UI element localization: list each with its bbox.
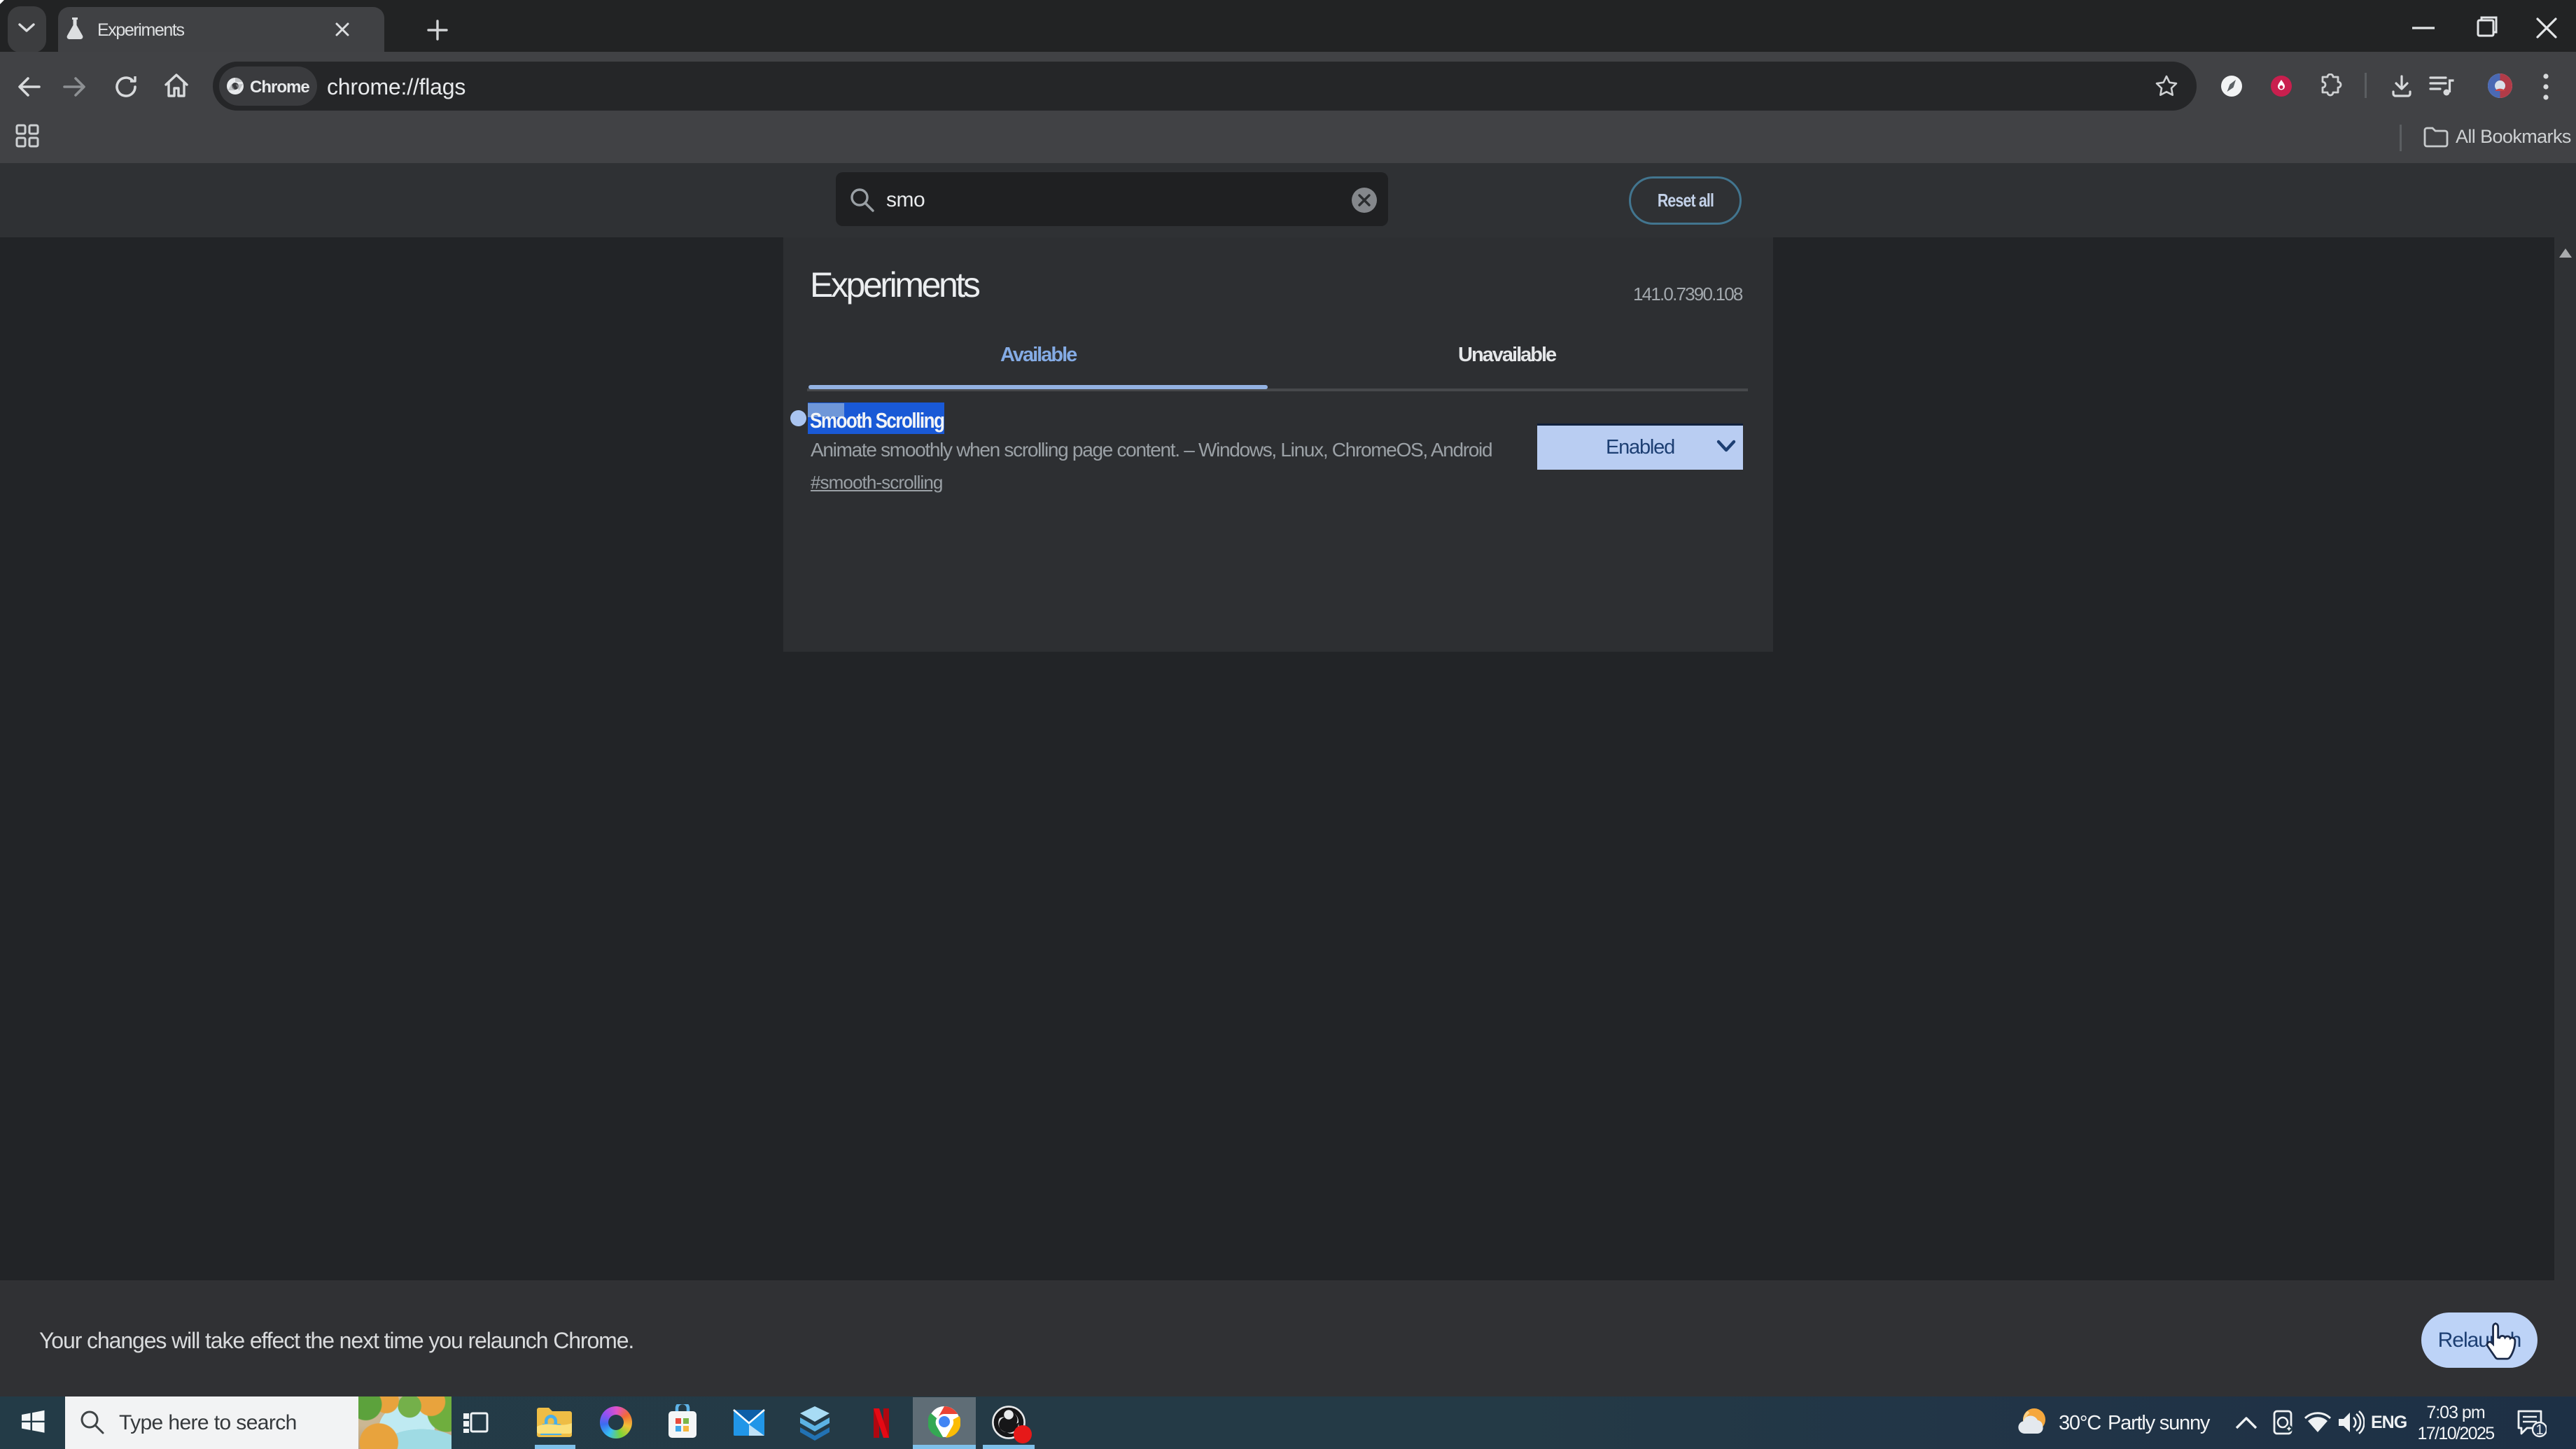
svg-text:1: 1	[2535, 1422, 2543, 1438]
